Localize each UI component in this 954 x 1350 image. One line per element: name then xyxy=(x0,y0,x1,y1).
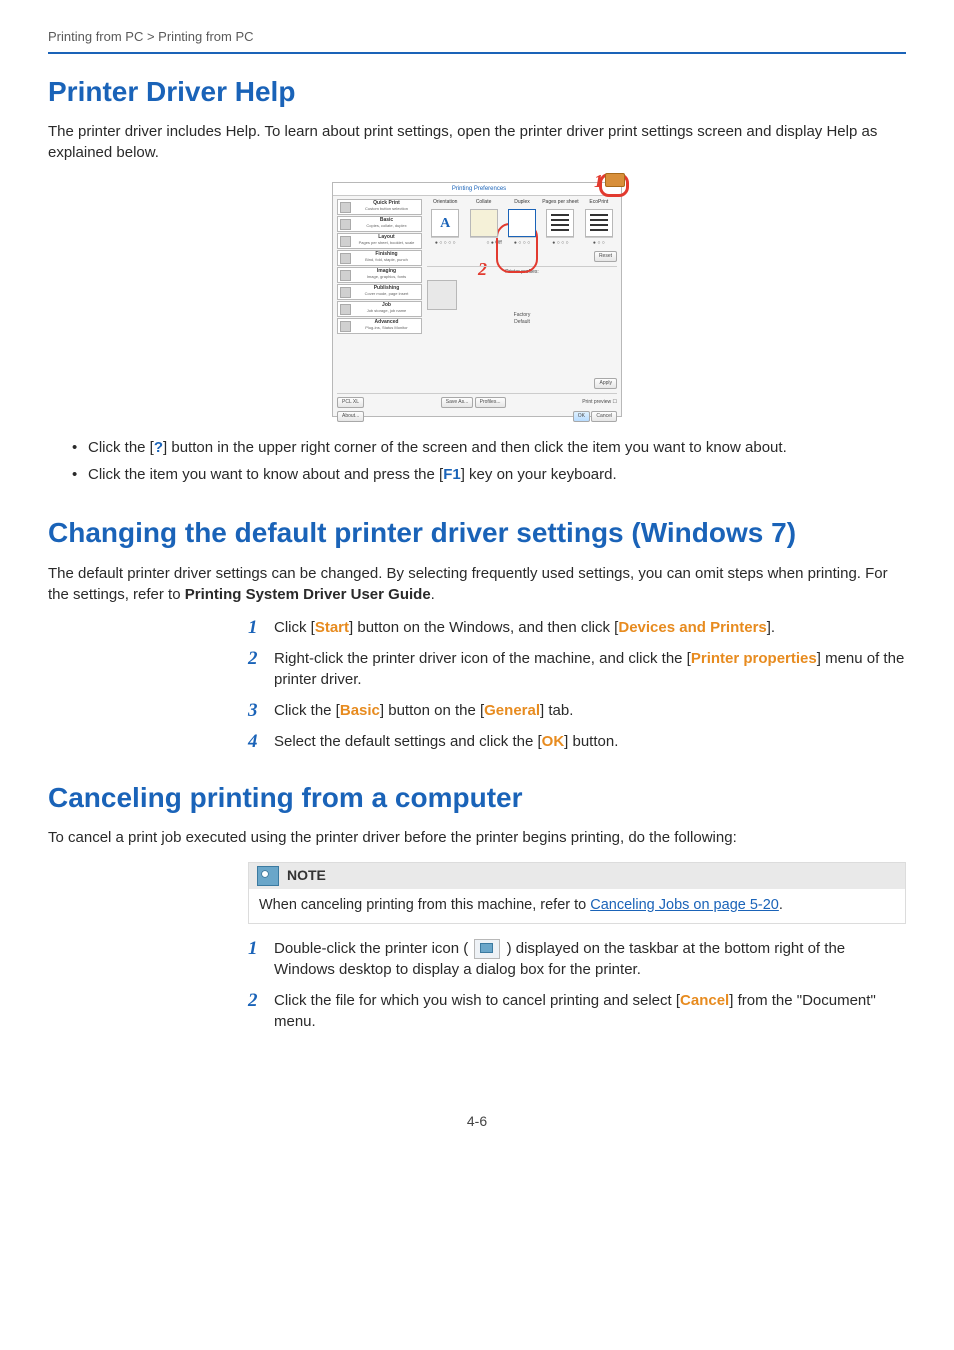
section-title-cancel: Canceling printing from a computer xyxy=(48,778,906,817)
screenshot-titlebar: Printing Preferences xyxy=(333,183,621,196)
help-bullets: Click the [?] button in the upper right … xyxy=(48,437,906,485)
driver-screenshot: 1 2 Printing Preferences Quick PrintCust… xyxy=(332,182,622,417)
saveas-button: Save As... xyxy=(441,397,474,408)
profile-thumb xyxy=(427,280,457,310)
ok-button: OK xyxy=(573,411,590,422)
note-title: NOTE xyxy=(287,866,326,886)
screenshot-wrap: 1 2 Printing Preferences Quick PrintCust… xyxy=(48,175,906,417)
step-number-3: 3 xyxy=(248,698,258,725)
cancel-step-2: 2 Click the file for which you wish to c… xyxy=(248,990,906,1032)
step-number-c2: 2 xyxy=(248,988,258,1015)
note-body: When canceling printing from this machin… xyxy=(249,889,905,923)
tab-layout: LayoutPages per sheet, booklet, scale xyxy=(337,233,422,249)
bullet-2: Click the item you want to know about an… xyxy=(72,464,906,485)
note-box: NOTE When canceling printing from this m… xyxy=(248,862,906,924)
help-button-icon xyxy=(605,173,625,187)
question-key: ? xyxy=(154,439,163,456)
bullet-1: Click the [?] button in the upper right … xyxy=(72,437,906,458)
note-icon xyxy=(257,866,279,886)
step-number-1: 1 xyxy=(248,615,258,642)
header-rule xyxy=(48,52,906,54)
screenshot-main: OrientationA● ○ ○ ○ ○ Collate○ ● Off Dup… xyxy=(427,199,617,326)
defaults-body: The default printer driver settings can … xyxy=(48,563,906,605)
step-number-c1: 1 xyxy=(248,936,258,963)
about-button: About... xyxy=(337,411,364,422)
tab-quick-print: Quick PrintCustom button selection xyxy=(337,199,422,215)
section-title-defaults: Changing the default printer driver sett… xyxy=(48,513,906,552)
step-3: 3 Click the [Basic] button on the [Gener… xyxy=(248,700,906,721)
cancel-button-dialog: Cancel xyxy=(591,411,617,422)
note-head: NOTE xyxy=(249,863,905,889)
printer-taskbar-icon xyxy=(474,939,500,959)
step-1: 1 Click [Start] button on the Windows, a… xyxy=(248,617,906,638)
page: Printing from PC > Printing from PC Prin… xyxy=(0,0,954,1350)
cancel-body: To cancel a print job executed using the… xyxy=(48,827,906,848)
profiles-button: Profiles... xyxy=(475,397,506,408)
step-2: 2 Right-click the printer driver icon of… xyxy=(248,648,906,690)
apply-button: Apply xyxy=(594,378,617,389)
tab-imaging: ImagingImage, graphics, fonts xyxy=(337,267,422,283)
page-number: 4-6 xyxy=(48,1112,906,1132)
tab-advanced: AdvancedPlug-ins, Status Monitor xyxy=(337,318,422,334)
tab-publishing: PublishingCover mode, page insert xyxy=(337,284,422,300)
tab-basic: BasicCopies, collate, duplex xyxy=(337,216,422,232)
pcl-button: PCL XL xyxy=(337,397,364,408)
step-number-4: 4 xyxy=(248,729,258,756)
cancel-jobs-link[interactable]: Canceling Jobs on page 5-20 xyxy=(590,897,779,913)
help-body: The printer driver includes Help. To lea… xyxy=(48,121,906,163)
defaults-steps: 1 Click [Start] button on the Windows, a… xyxy=(248,617,906,752)
f1-key: F1 xyxy=(443,466,461,483)
cancel-steps: 1 Double-click the printer icon ( ) disp… xyxy=(248,938,906,1032)
breadcrumb: Printing from PC > Printing from PC xyxy=(48,28,906,46)
cancel-step-1: 1 Double-click the printer icon ( ) disp… xyxy=(248,938,906,980)
tab-job: JobJob storage, job name xyxy=(337,301,422,317)
screenshot-bottom: Apply PCL XL Save As... Profiles... Prin… xyxy=(337,378,617,412)
step-number-2: 2 xyxy=(248,646,258,673)
tab-finishing: FinishingBind, fold, staple, punch xyxy=(337,250,422,266)
step-4: 4 Select the default settings and click … xyxy=(248,731,906,752)
reset-button: Reset xyxy=(594,251,617,262)
section-title-help: Printer Driver Help xyxy=(48,72,906,111)
screenshot-sidebar: Quick PrintCustom button selection Basic… xyxy=(337,199,422,335)
